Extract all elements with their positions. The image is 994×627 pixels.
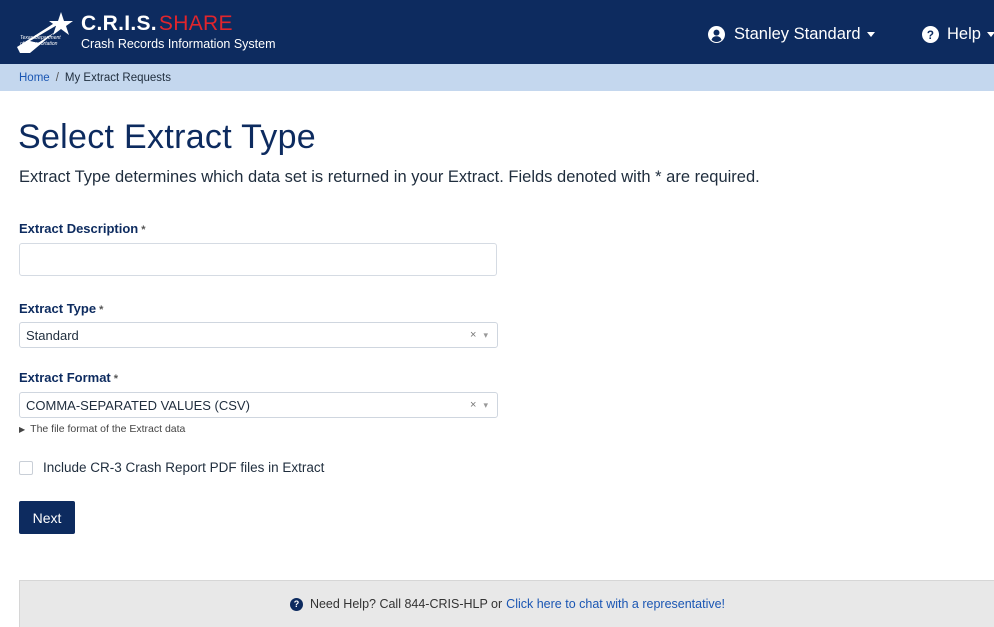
caret-down-icon <box>866 31 875 37</box>
extract-format-hint-text: The file format of the Extract data <box>30 423 186 435</box>
user-circle-icon <box>708 25 725 43</box>
help-label: Help <box>947 24 981 43</box>
logo-text: C.R.I.S.SHARE Crash Records Information … <box>81 11 276 51</box>
clear-selection-icon[interactable]: × <box>470 329 476 341</box>
extract-type-label: Extract Type * <box>19 301 103 316</box>
user-name: Stanley Standard <box>734 24 861 43</box>
brand-accent: SHARE <box>158 12 233 35</box>
extract-type-label-text: Extract Type <box>19 301 97 316</box>
required-mark: * <box>99 304 104 316</box>
txdot-star-logo-icon <box>17 12 73 53</box>
extract-format-selected-value: COMMA-SEPARATED VALUES (CSV) <box>26 397 250 413</box>
footer-help-text: Need Help? Call 844-CRIS-HLP or <box>309 597 503 611</box>
cris-share-logo[interactable]: Texas Department of Transportation C.R.I… <box>16 11 396 55</box>
brand-title: C.R.I.S.SHARE <box>81 11 276 37</box>
expand-triangle-icon: ▶ <box>19 425 26 434</box>
question-circle-icon: ? <box>289 597 303 611</box>
breadcrumb: Home / My Extract Requests <box>0 64 994 91</box>
extract-type-selected-value: Standard <box>26 327 79 343</box>
help-menu[interactable]: ? Help <box>922 23 994 45</box>
extract-format-select[interactable]: COMMA-SEPARATED VALUES (CSV) × ▾ <box>19 392 498 418</box>
help-footer: ? Need Help? Call 844-CRIS-HLP or Click … <box>19 580 994 627</box>
svg-text:?: ? <box>927 28 934 41</box>
breadcrumb-current: My Extract Requests <box>64 71 171 84</box>
question-circle-icon: ? <box>922 25 939 43</box>
extract-format-label: Extract Format * <box>19 370 118 385</box>
required-mark: * <box>113 373 119 385</box>
extract-description-label-text: Extract Description <box>19 221 139 236</box>
breadcrumb-separator: / <box>55 71 59 84</box>
txdot-wordmark: Texas Department of Transportation <box>20 35 61 47</box>
brand-subtitle: Crash Records Information System <box>81 37 276 51</box>
clear-selection-icon[interactable]: × <box>470 399 476 411</box>
chat-representative-link[interactable]: Click here to chat with a representative… <box>506 597 725 611</box>
required-mark: * <box>141 224 146 236</box>
include-pdf-checkbox[interactable] <box>19 460 33 475</box>
brand-main: C.R.I.S. <box>81 12 157 35</box>
extract-description-input[interactable] <box>19 243 497 276</box>
page-title: Select Extract Type <box>18 118 316 156</box>
dropdown-arrow-icon[interactable]: ▾ <box>483 330 488 341</box>
include-pdf-option[interactable]: Include CR-3 Crash Report PDF files in E… <box>19 460 324 475</box>
user-menu[interactable]: Stanley Standard <box>708 23 875 45</box>
breadcrumb-home-link[interactable]: Home <box>19 72 50 84</box>
extract-description-label: Extract Description * <box>19 221 145 236</box>
caret-down-icon <box>986 31 994 37</box>
top-navbar: Texas Department of Transportation C.R.I… <box>0 0 994 64</box>
extract-format-label-text: Extract Format <box>19 370 111 385</box>
include-pdf-label[interactable]: Include CR-3 Crash Report PDF files in E… <box>43 460 324 475</box>
next-button[interactable]: Next <box>19 501 75 534</box>
extract-type-select[interactable]: Standard × ▾ <box>19 322 498 348</box>
dropdown-arrow-icon[interactable]: ▾ <box>483 400 488 411</box>
page-intro-text: Extract Type determines which data set i… <box>19 168 760 186</box>
extract-format-hint-toggle[interactable]: ▶ The file format of the Extract data <box>19 423 185 435</box>
